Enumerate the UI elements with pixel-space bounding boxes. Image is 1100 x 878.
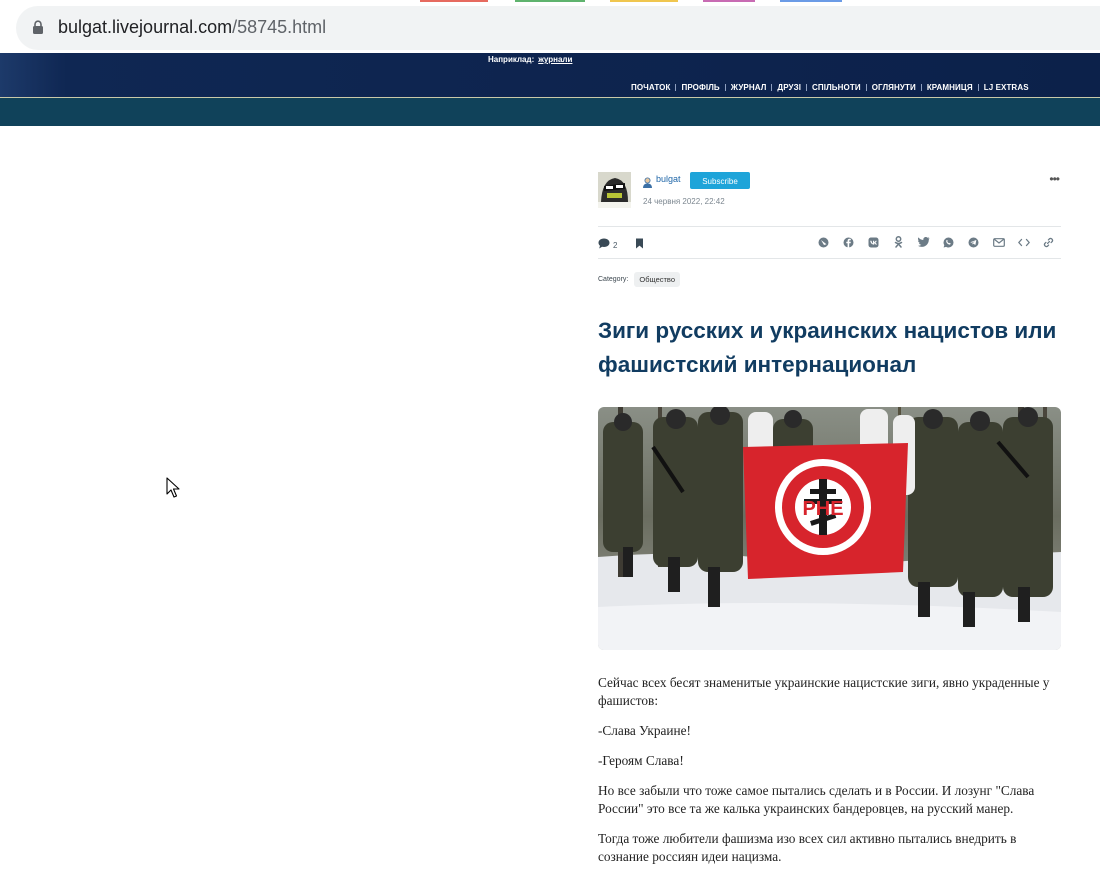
nav-separator xyxy=(675,84,677,91)
nav-separator xyxy=(865,84,867,91)
nav-separator xyxy=(806,84,808,91)
post-paragraph: -Слава Украине! xyxy=(598,723,691,738)
nav-separator xyxy=(771,84,773,91)
post-body: Сейчас всех бесят знаменитые украинские … xyxy=(598,674,1061,878)
mouse-cursor-icon xyxy=(166,477,180,504)
telegram-icon[interactable] xyxy=(961,236,986,248)
userpic[interactable] xyxy=(598,172,631,208)
embed-icon[interactable] xyxy=(1011,236,1036,248)
category-label: Category: xyxy=(598,276,629,283)
post-paragraph: Сейчас всех бесят знаменитые украинские … xyxy=(598,675,1050,708)
nav-item-explore[interactable]: ОГЛЯНУТИ xyxy=(872,83,916,92)
link-icon[interactable] xyxy=(1036,236,1061,248)
comments-link[interactable]: 2 xyxy=(598,236,617,254)
livejournal-icon[interactable] xyxy=(811,236,836,248)
nav-item-shop[interactable]: КРАМНИЦЯ xyxy=(927,83,973,92)
post-actions-bar: 2 xyxy=(598,226,1061,259)
header-band xyxy=(0,98,1100,126)
tab-strip xyxy=(0,0,1100,3)
category-tag[interactable]: Общество xyxy=(634,272,681,287)
user-icon xyxy=(642,175,653,193)
post-paragraph: Тогда тоже любители фашизма изо всех сил… xyxy=(598,831,1017,864)
bookmark-icon[interactable] xyxy=(635,236,644,254)
facebook-icon[interactable] xyxy=(836,236,861,248)
post-title: Зиги русских и украинских нацистов или ф… xyxy=(598,318,1057,377)
url-host: bulgat.livejournal.com xyxy=(58,17,233,37)
nav-item-lj-extras[interactable]: LJ EXTRAS xyxy=(984,83,1029,92)
twitter-icon[interactable] xyxy=(911,236,936,248)
url-path: /58745.html xyxy=(232,17,327,37)
search-example: Наприклад: журнали xyxy=(488,55,572,64)
nav-item-journal[interactable]: ЖУРНАЛ xyxy=(731,83,767,92)
subscribe-button[interactable]: Subscribe xyxy=(690,172,750,189)
nav-separator xyxy=(724,84,726,91)
post-photo[interactable]: РНЕ xyxy=(598,407,1061,650)
post-date: 24 червня 2022, 22:42 xyxy=(643,197,725,206)
post-category: Category: Общество xyxy=(598,272,681,287)
nav-separator xyxy=(977,84,979,91)
more-options-icon[interactable]: ••• xyxy=(1049,172,1060,186)
odnoklassniki-icon[interactable] xyxy=(886,236,911,248)
vk-icon[interactable] xyxy=(861,236,886,248)
main-nav: ПОЧАТОК ПРОФІЛЬ ЖУРНАЛ ДРУЗІ СПІЛЬНОТИ О… xyxy=(631,83,1029,92)
share-icons xyxy=(811,236,1061,248)
post-author-row: bulgat Subscribe 24 червня 2022, 22:42 •… xyxy=(598,172,1061,212)
comment-icon xyxy=(598,236,610,254)
nav-item-home[interactable]: ПОЧАТОК xyxy=(631,83,670,92)
lj-header: Наприклад: журнали ПОЧАТОК ПРОФІЛЬ ЖУРНАЛ… xyxy=(0,53,1100,98)
flag-text: РНЕ xyxy=(802,498,843,520)
nav-separator xyxy=(920,84,922,91)
email-icon[interactable] xyxy=(986,236,1011,248)
address-bar[interactable]: bulgat.livejournal.com/58745.html xyxy=(16,6,1100,50)
example-label: Наприклад: xyxy=(488,55,535,64)
author-username[interactable]: bulgat xyxy=(656,174,681,184)
nav-item-communities[interactable]: СПІЛЬНОТИ xyxy=(812,83,861,92)
example-link[interactable]: журнали xyxy=(538,55,572,64)
nav-item-friends[interactable]: ДРУЗІ xyxy=(777,83,801,92)
nav-item-profile[interactable]: ПРОФІЛЬ xyxy=(681,83,719,92)
comment-count: 2 xyxy=(613,240,618,250)
url-text[interactable]: bulgat.livejournal.com/58745.html xyxy=(58,17,326,38)
whatsapp-icon[interactable] xyxy=(936,236,961,248)
post-paragraph: Но все забыли что тоже самое пытались сд… xyxy=(598,783,1035,816)
lock-icon[interactable] xyxy=(32,20,44,39)
post-paragraph: -Героям Слава! xyxy=(598,753,684,768)
